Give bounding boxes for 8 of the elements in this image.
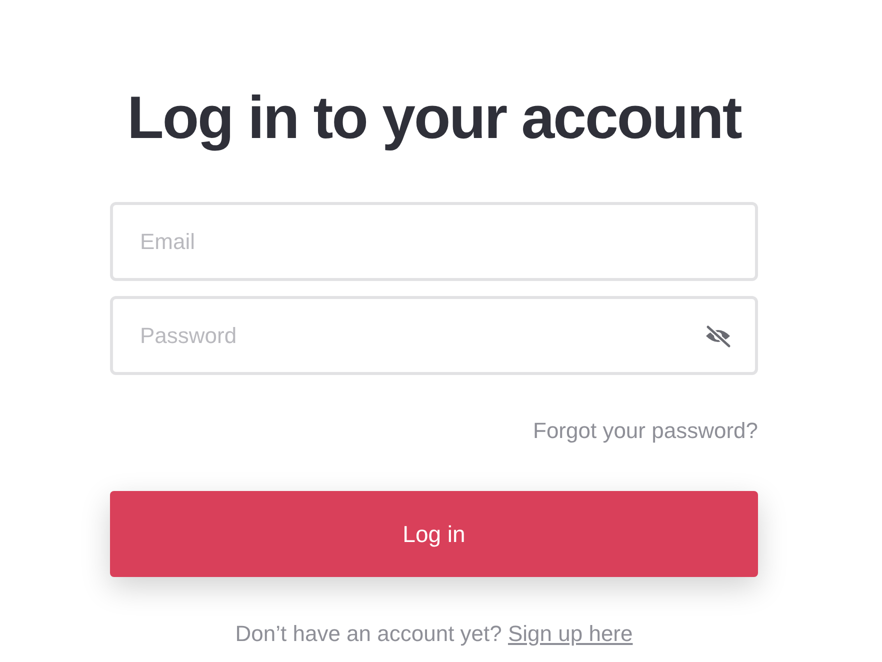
login-button[interactable]: Log in xyxy=(110,491,758,577)
password-field[interactable]: Password xyxy=(110,296,758,375)
email-field[interactable]: Email xyxy=(110,202,758,281)
signup-prompt: Don’t have an account yet? Sign up here xyxy=(234,620,634,648)
forgot-password-link[interactable]: Forgot your password? xyxy=(533,417,758,445)
hidden-eye-icon[interactable] xyxy=(704,324,732,348)
signup-link[interactable]: Sign up here xyxy=(508,621,633,646)
page-title: Log in to your account xyxy=(126,83,742,153)
